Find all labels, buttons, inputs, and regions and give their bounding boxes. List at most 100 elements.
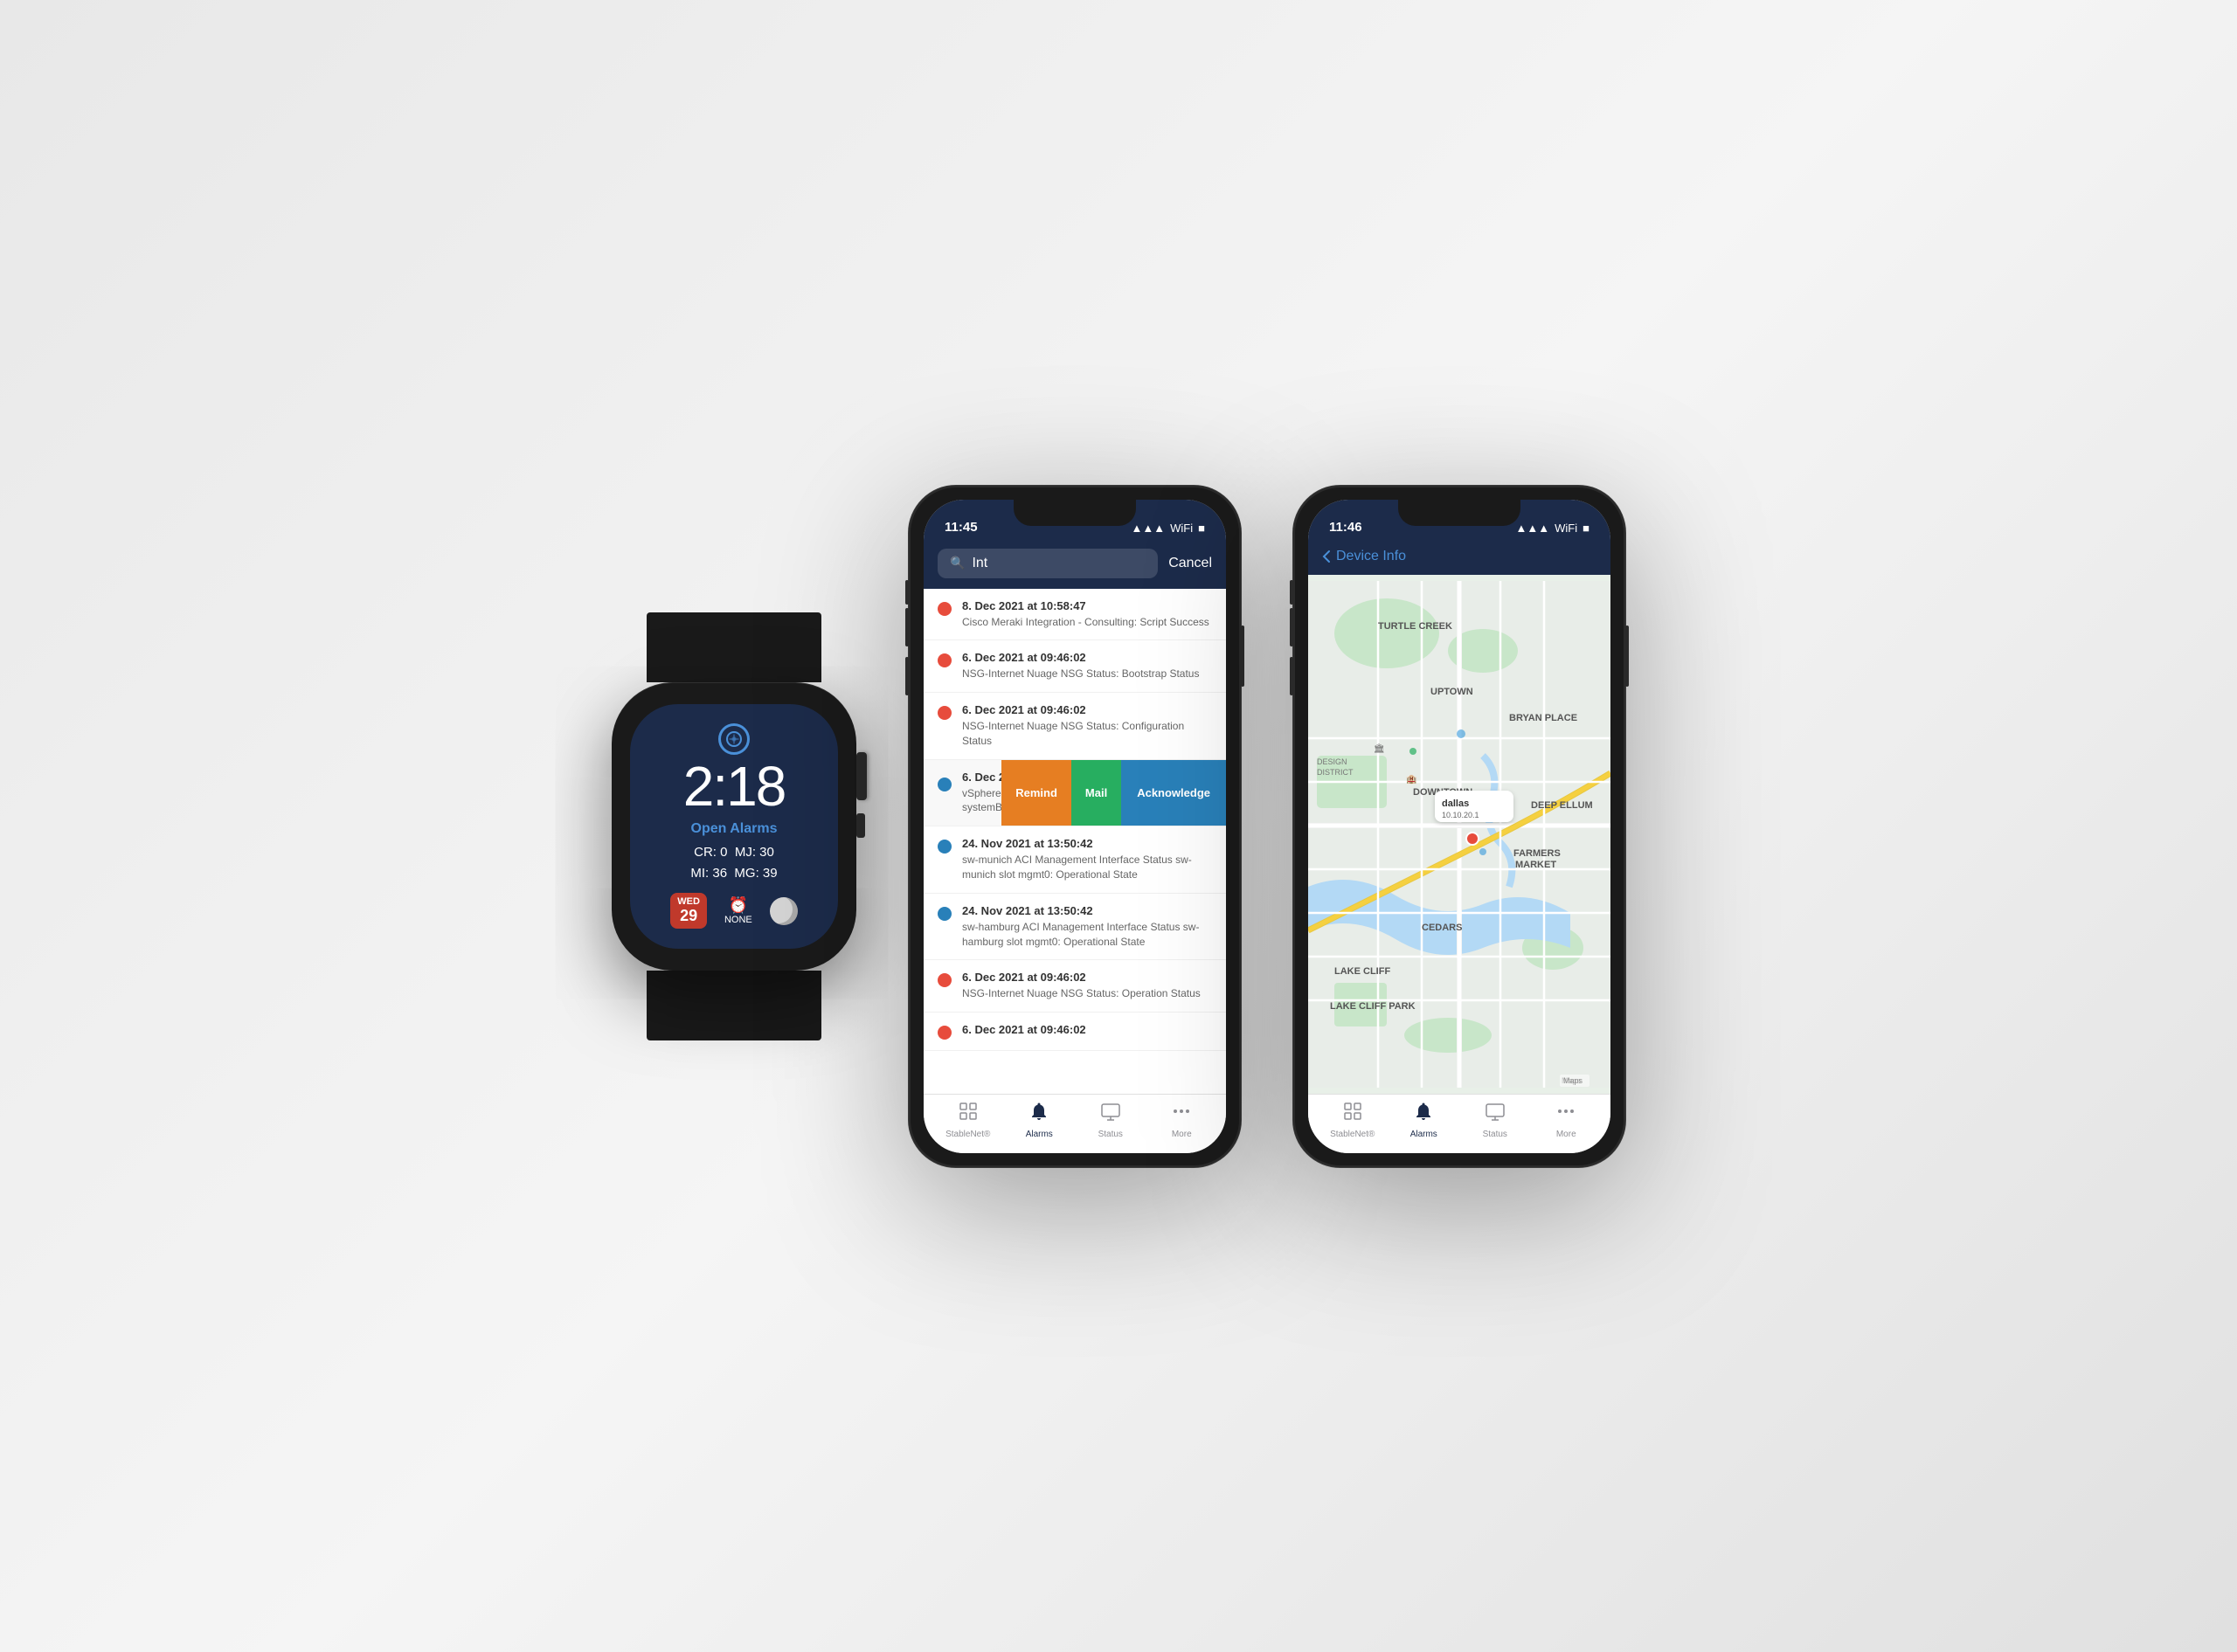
alarm-desc-3: NSG-Internet Nuage NSG Status: Configura… [962,719,1212,749]
alarm-dot-red-8 [938,1026,952,1040]
tab-more[interactable]: More [1146,1101,1218,1139]
compass-icon [718,723,750,755]
volume-up-button [905,608,909,646]
cancel-button[interactable]: Cancel [1168,556,1212,571]
notch [1014,500,1136,526]
map-alarms-tab-icon [1413,1101,1434,1127]
iphone-alarms-body: 11:45 ▲▲▲ WiFi ■ 🔍 Int Cancel [909,486,1241,1167]
watch-alarm-widget: ⏰ NONE [724,896,752,925]
alarm-dot-red [938,602,952,616]
alarm-item-8[interactable]: 6. Dec 2021 at 09:46:02 [924,1013,1226,1051]
tab-status[interactable]: Status [1075,1101,1146,1139]
alarm-time-5: 24. Nov 2021 at 13:50:42 [962,837,1212,850]
alarm-content-2: 6. Dec 2021 at 09:46:02 NSG-Internet Nua… [962,651,1212,681]
alarm-item-5[interactable]: 24. Nov 2021 at 13:50:42 sw-munich ACI M… [924,826,1226,894]
alarm-dot-blue-4 [938,778,952,791]
svg-text:FARMERS: FARMERS [1513,848,1561,859]
acknowledge-action[interactable]: Acknowledge [1121,760,1226,826]
map-tab-stablenet[interactable]: StableNet® [1317,1101,1389,1139]
wifi-icon: WiFi [1170,522,1193,535]
watch-time: 2:18 [683,758,786,814]
side-button [1241,626,1244,687]
map-tab-status[interactable]: Status [1459,1101,1531,1139]
map-view[interactable]: TURTLE CREEK UPTOWN BRYAN PLACE DEEP ELL… [1308,575,1610,1094]
watch-day-label: WED [677,896,700,907]
search-field[interactable]: 🔍 Int [938,549,1158,578]
watch-band-bottom [647,971,821,1040]
tab-alarms-label: Alarms [1026,1130,1053,1139]
alarm-desc-2: NSG-Internet Nuage NSG Status: Bootstrap… [962,667,1212,681]
alarm-item-2[interactable]: 6. Dec 2021 at 09:46:02 NSG-Internet Nua… [924,640,1226,693]
alarm-dot-blue-5 [938,840,952,854]
map-tab-bar: StableNet® Alarms [1308,1094,1610,1153]
map-tab-status-label: Status [1483,1130,1507,1139]
watch-alarm-icon: ⏰ [724,896,752,915]
map-tab-alarms-label: Alarms [1410,1130,1437,1139]
svg-text:CEDARS: CEDARS [1422,923,1462,933]
watch-band-top [647,612,821,682]
volume-up-button-2 [1290,608,1293,646]
map-stablenet-tab-icon [1342,1101,1363,1127]
status-time: 11:45 [945,520,978,535]
tab-bar: StableNet® Alarms [924,1094,1226,1153]
alarm-dot-red-3 [938,706,952,720]
alarms-tab-icon [1028,1101,1049,1127]
iphone-map: 11:46 ▲▲▲ WiFi ■ Device Info [1293,486,1625,1167]
alarm-content-6: 24. Nov 2021 at 13:50:42 sw-hamburg ACI … [962,904,1212,950]
tab-stablenet-label: StableNet® [945,1130,990,1139]
map-tab-more[interactable]: More [1531,1101,1603,1139]
tab-stablenet[interactable]: StableNet® [932,1101,1004,1139]
watch-day-widget: WED 29 [670,893,707,929]
svg-text:TURTLE CREEK: TURTLE CREEK [1378,621,1452,632]
more-tab-icon [1171,1101,1192,1127]
alarm-time-2: 6. Dec 2021 at 09:46:02 [962,651,1212,664]
map-tab-alarms[interactable]: Alarms [1389,1101,1460,1139]
alarm-time-6: 24. Nov 2021 at 13:50:42 [962,904,1212,917]
volume-down-button-2 [1290,657,1293,695]
alarm-desc-7: NSG-Internet Nuage NSG Status: Operation… [962,986,1212,1001]
alarm-item-1[interactable]: 8. Dec 2021 at 10:58:47 Cisco Meraki Int… [924,589,1226,641]
search-bar: 🔍 Int Cancel [924,540,1226,589]
watch-top-row [718,723,750,755]
watch-screen: 2:18 Open Alarms CR: 0 MJ: 30 MI: 36 MG:… [630,704,838,949]
map-status-tab-icon [1485,1101,1506,1127]
svg-text:🏨: 🏨 [1406,774,1417,785]
watch-stats: CR: 0 MJ: 30 MI: 36 MG: 39 [690,842,777,884]
alarm-item-6[interactable]: 24. Nov 2021 at 13:50:42 sw-hamburg ACI … [924,894,1226,961]
tab-alarms[interactable]: Alarms [1004,1101,1076,1139]
alarm-dot-blue-6 [938,907,952,921]
map-wifi-icon: WiFi [1555,522,1577,535]
alarm-dot-red-7 [938,973,952,987]
alarm-content-8: 6. Dec 2021 at 09:46:02 [962,1023,1212,1039]
svg-text:🏛: 🏛 [1374,743,1385,754]
alarm-item-7[interactable]: 6. Dec 2021 at 09:46:02 NSG-Internet Nua… [924,960,1226,1013]
remind-action[interactable]: Remind [1001,760,1071,826]
iphone-alarms: 11:45 ▲▲▲ WiFi ■ 🔍 Int Cancel [909,486,1241,1167]
alarm-content-5: 24. Nov 2021 at 13:50:42 sw-munich ACI M… [962,837,1212,882]
watch-crown [856,752,867,800]
watch-moon-icon [770,897,798,925]
map-more-tab-icon [1555,1101,1576,1127]
back-button[interactable]: Device Info [1322,549,1406,564]
svg-text:DISTRICT: DISTRICT [1317,768,1354,777]
side-button-2 [1625,626,1629,687]
watch-mi: MI: 36 [690,866,727,881]
alarm-item-4[interactable]: 6. Dec 2021 at 09:44:22 vSphere-Center V… [924,760,1226,827]
stablenet-tab-icon [958,1101,979,1127]
iphone-map-body: 11:46 ▲▲▲ WiFi ■ Device Info [1293,486,1625,1167]
back-label: Device Info [1336,549,1406,564]
alarm-item-3[interactable]: 6. Dec 2021 at 09:46:02 NSG-Internet Nua… [924,693,1226,760]
alarm-content-3: 6. Dec 2021 at 09:46:02 NSG-Internet Nua… [962,703,1212,749]
alarm-swipe-actions: Remind Mail Acknowledge [1001,760,1226,826]
watch-day-num: 29 [677,907,700,925]
svg-text:UPTOWN: UPTOWN [1430,687,1473,697]
watch-mg: MG: 39 [734,866,777,881]
map-battery-icon: ■ [1583,522,1589,535]
mail-action[interactable]: Mail [1071,760,1121,826]
notch-2 [1398,500,1520,526]
battery-icon: ■ [1198,522,1205,535]
devices-container: 2:18 Open Alarms CR: 0 MJ: 30 MI: 36 MG:… [612,486,1625,1167]
alarm-content-7: 6. Dec 2021 at 09:46:02 NSG-Internet Nua… [962,971,1212,1001]
watch-alarm-text: NONE [724,915,752,925]
alarm-list: 8. Dec 2021 at 10:58:47 Cisco Meraki Int… [924,589,1226,1094]
